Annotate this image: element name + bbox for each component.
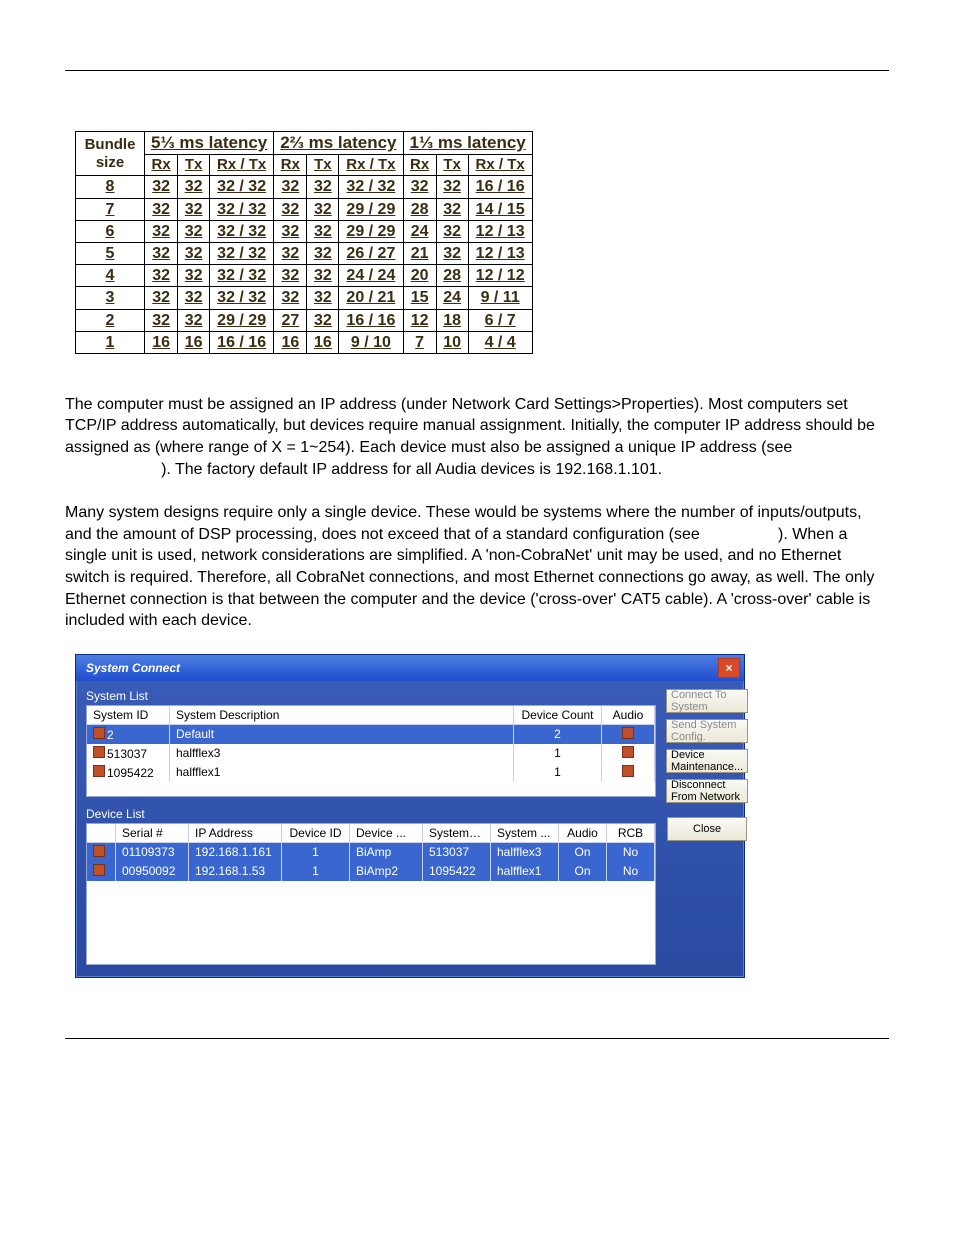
table-row: 7323232 / 32323229 / 29283214 / 15 <box>76 198 533 220</box>
list-item[interactable]: 00950092192.168.1.531BiAmp21095422halffl… <box>87 862 655 881</box>
sub-header: Tx <box>436 155 468 176</box>
table-row: 4323232 / 32323224 / 24202812 / 12 <box>76 265 533 287</box>
table-row: 8323232 / 32323232 / 32323216 / 16 <box>76 176 533 198</box>
col-audio[interactable]: Audio <box>602 706 655 724</box>
list-item[interactable]: 01109373192.168.1.1611BiAmp513037halffle… <box>87 843 655 862</box>
list-item[interactable]: 513037halfflex31 <box>87 744 655 763</box>
system-connect-dialog: System Connect × System List System ID S… <box>75 654 745 978</box>
sub-header: Tx <box>178 155 210 176</box>
device-maintenance-button[interactable]: Device Maintenance... <box>666 749 748 773</box>
table-row: 3323232 / 32323220 / 2115249 / 11 <box>76 287 533 309</box>
sub-header: Tx <box>307 155 339 176</box>
col-audio2[interactable]: Audio <box>559 824 607 842</box>
col-rcb[interactable]: RCB <box>607 824 655 842</box>
sub-header: Rx <box>274 155 307 176</box>
list-item[interactable]: 1095422halfflex11 <box>87 763 655 782</box>
bundle-size-header: Bundlesize <box>76 132 145 176</box>
device-list[interactable]: Serial # IP Address Device ID Device ...… <box>86 823 656 965</box>
col-device-id[interactable]: Device ID <box>282 824 350 842</box>
connect-to-system-button[interactable]: Connect To System <box>666 689 748 713</box>
system-list-label: System List <box>86 689 656 703</box>
table-row: 2323229 / 29273216 / 1612186 / 7 <box>76 309 533 331</box>
col-device[interactable]: Device ... <box>350 824 423 842</box>
sub-header: Rx <box>145 155 178 176</box>
sub-header: Rx / Tx <box>210 155 274 176</box>
sub-header: Rx <box>403 155 436 176</box>
send-system-config-button[interactable]: Send System Config. <box>666 719 748 743</box>
col-serial[interactable]: Serial # <box>116 824 189 842</box>
device-list-label: Device List <box>86 807 656 821</box>
bottom-rule <box>65 1038 889 1039</box>
single-device-paragraph: Many system designs require only a singl… <box>65 502 889 632</box>
disconnect-from-network-button[interactable]: Disconnect From Network <box>666 779 748 803</box>
sub-header: Rx / Tx <box>339 155 403 176</box>
close-icon[interactable]: × <box>718 658 740 678</box>
group-5ms: 5⅓ ms latency <box>145 132 274 155</box>
dialog-titlebar: System Connect × <box>76 655 744 681</box>
group-2ms: 2⅔ ms latency <box>274 132 403 155</box>
table-row: 6323232 / 32323229 / 29243212 / 13 <box>76 220 533 242</box>
hardware-link[interactable]: Hardware <box>704 526 773 543</box>
group-1ms: 1⅓ ms latency <box>403 132 532 155</box>
dialog-title: System Connect <box>86 661 180 675</box>
system-list[interactable]: System ID System Description Device Coun… <box>86 705 656 797</box>
col-system-desc[interactable]: System Description <box>170 706 514 724</box>
col-system-id2[interactable]: System ID <box>423 824 491 842</box>
col-device-count[interactable]: Device Count <box>514 706 602 724</box>
col-system[interactable]: System ... <box>491 824 559 842</box>
top-rule <box>65 70 889 71</box>
ip-address-paragraph: The computer must be assigned an IP addr… <box>65 394 889 480</box>
close-button[interactable]: Close <box>667 817 747 841</box>
col-system-id[interactable]: System ID <box>87 706 170 724</box>
table-row: 1161616 / 1616169 / 107104 / 4 <box>76 331 533 353</box>
table-row: 5323232 / 32323226 / 27213212 / 13 <box>76 242 533 264</box>
list-item[interactable]: 2Default2 <box>87 725 655 744</box>
col-ip[interactable]: IP Address <box>189 824 282 842</box>
latency-table: Bundlesize 5⅓ ms latency 2⅔ ms latency 1… <box>75 131 533 354</box>
sub-header: Rx / Tx <box>468 155 532 176</box>
